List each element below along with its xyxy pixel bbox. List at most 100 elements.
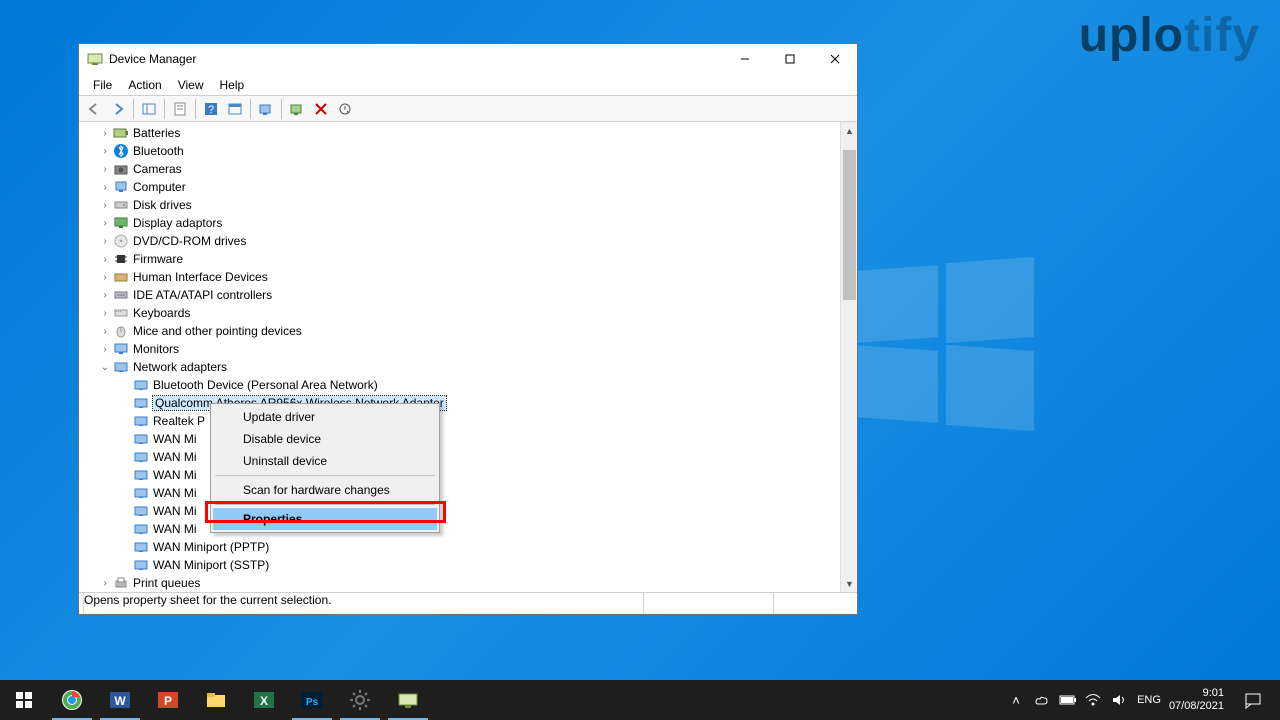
update-driver-button[interactable] <box>286 98 308 120</box>
scroll-down-arrow[interactable]: ▼ <box>841 575 857 592</box>
tree-network-item[interactable]: WAN Miniport (SSTP) <box>79 556 840 574</box>
tray-volume-icon[interactable] <box>1111 693 1129 707</box>
ctx-disable-device[interactable]: Disable device <box>213 428 437 450</box>
tree-network-item[interactable]: WAN Mi <box>79 430 840 448</box>
show-hide-console-button[interactable] <box>138 98 160 120</box>
tree-category[interactable]: ›Bluetooth <box>79 142 840 160</box>
ctx-scan-hardware[interactable]: Scan for hardware changes <box>213 479 437 501</box>
device-manager-window: Device Manager File Action View Help ? ›… <box>78 43 858 615</box>
expander-icon[interactable]: › <box>99 146 111 157</box>
tree-network-item[interactable]: Bluetooth Device (Personal Area Network) <box>79 376 840 394</box>
tree-category[interactable]: ›Cameras <box>79 160 840 178</box>
taskbar-chrome[interactable] <box>48 680 96 720</box>
titlebar[interactable]: Device Manager <box>79 44 857 74</box>
taskbar-explorer[interactable] <box>192 680 240 720</box>
tree-network-item[interactable]: Qualcomm Atheros AR956x Wireless Network… <box>79 394 840 412</box>
expander-icon[interactable]: › <box>99 578 111 589</box>
start-button[interactable] <box>0 680 48 720</box>
tree-category[interactable]: › Keyboards <box>79 304 840 322</box>
tree-category[interactable]: ›Display adaptors <box>79 214 840 232</box>
menu-file[interactable]: File <box>85 76 120 94</box>
expander-icon[interactable]: › <box>99 236 111 247</box>
tray-onedrive-icon[interactable] <box>1033 692 1051 708</box>
taskbar-device-manager[interactable] <box>384 680 432 720</box>
taskbar-powerpoint[interactable]: P <box>144 680 192 720</box>
tray-language[interactable]: ENG <box>1137 694 1161 706</box>
tree-item-label: Print queues <box>133 576 200 590</box>
menu-help[interactable]: Help <box>212 76 253 94</box>
tree-network-item[interactable]: WAN Mi <box>79 448 840 466</box>
scroll-up-arrow[interactable]: ▲ <box>841 122 857 139</box>
device-icon <box>133 521 149 537</box>
tray-chevron-icon[interactable]: ˄ <box>1007 693 1025 708</box>
expander-icon[interactable]: › <box>99 344 111 355</box>
expander-icon[interactable]: › <box>99 308 111 319</box>
scan-hardware-button[interactable] <box>255 98 277 120</box>
tree-category[interactable]: ›Computer <box>79 178 840 196</box>
expander-icon[interactable]: ⌄ <box>99 362 111 373</box>
taskbar-settings[interactable] <box>336 680 384 720</box>
tree-category[interactable]: ›IDE ATA/ATAPI controllers <box>79 286 840 304</box>
device-icon <box>113 197 129 213</box>
tray-battery-icon[interactable] <box>1059 694 1077 706</box>
device-icon <box>113 215 129 231</box>
windows-logo-wallpaper <box>858 260 1033 435</box>
expander-icon[interactable]: › <box>99 272 111 283</box>
tree-category[interactable]: ›Human Interface Devices <box>79 268 840 286</box>
ctx-update-driver[interactable]: Update driver <box>213 406 437 428</box>
tree-network-item[interactable]: Realtek P <box>79 412 840 430</box>
maximize-button[interactable] <box>767 45 812 74</box>
expander-icon[interactable]: › <box>99 290 111 301</box>
ctx-uninstall-device[interactable]: Uninstall device <box>213 450 437 472</box>
scroll-thumb[interactable] <box>843 150 856 300</box>
status-text: Opens property sheet for the current sel… <box>83 593 643 614</box>
tree-network-item[interactable]: WAN Mi <box>79 466 840 484</box>
tree-item-label: Keyboards <box>133 306 190 320</box>
tree-network-item[interactable]: WAN Mi <box>79 484 840 502</box>
action-4-icon[interactable] <box>224 98 246 120</box>
tree-category[interactable]: › Print queues <box>79 574 840 592</box>
back-button[interactable] <box>83 98 105 120</box>
device-icon <box>113 233 129 249</box>
menu-action[interactable]: Action <box>120 76 169 94</box>
expander-icon[interactable]: › <box>99 164 111 175</box>
tray-time: 9:01 <box>1169 687 1224 700</box>
taskbar-photoshop[interactable]: Ps <box>288 680 336 720</box>
tree-network-item[interactable]: WAN Miniport (PPTP) <box>79 538 840 556</box>
tree-category[interactable]: ›Monitors <box>79 340 840 358</box>
help-button[interactable]: ? <box>200 98 222 120</box>
disable-device-button[interactable] <box>334 98 356 120</box>
uplotify-watermark: uplotify <box>1079 8 1260 63</box>
tree-category[interactable]: ›Disk drives <box>79 196 840 214</box>
expander-icon[interactable]: › <box>99 182 111 193</box>
tree-category[interactable]: ›Firmware <box>79 250 840 268</box>
taskbar[interactable]: W P X Ps ˄ ENG 9:01 07/08/2021 <box>0 680 1280 720</box>
expander-icon[interactable]: › <box>99 128 111 139</box>
expander-icon[interactable]: › <box>99 326 111 337</box>
forward-button[interactable] <box>107 98 129 120</box>
properties-button[interactable] <box>169 98 191 120</box>
tree-category[interactable]: ›Batteries <box>79 124 840 142</box>
device-tree[interactable]: ›Batteries›Bluetooth›Cameras›Computer›Di… <box>79 122 840 592</box>
menu-view[interactable]: View <box>170 76 212 94</box>
tree-category[interactable]: ›Mice and other pointing devices <box>79 322 840 340</box>
expander-icon[interactable]: › <box>99 200 111 211</box>
tree-category[interactable]: ›DVD/CD-ROM drives <box>79 232 840 250</box>
ctx-properties[interactable]: Properties <box>213 508 437 530</box>
uninstall-device-button[interactable] <box>310 98 332 120</box>
close-button[interactable] <box>812 45 857 74</box>
taskbar-word[interactable]: W <box>96 680 144 720</box>
tree-category-network[interactable]: ⌄Network adapters <box>79 358 840 376</box>
tree-network-item[interactable]: WAN Mi <box>79 520 840 538</box>
tray-wifi-icon[interactable] <box>1085 693 1103 707</box>
tree-network-item[interactable]: WAN Mi <box>79 502 840 520</box>
tray-notifications[interactable] <box>1232 680 1274 720</box>
device-icon <box>113 251 129 267</box>
taskbar-excel[interactable]: X <box>240 680 288 720</box>
vertical-scrollbar[interactable]: ▲ ▼ <box>840 122 857 592</box>
expander-icon[interactable]: › <box>99 218 111 229</box>
minimize-button[interactable] <box>722 45 767 74</box>
svg-text:P: P <box>164 694 172 708</box>
tray-clock[interactable]: 9:01 07/08/2021 <box>1169 687 1224 713</box>
expander-icon[interactable]: › <box>99 254 111 265</box>
